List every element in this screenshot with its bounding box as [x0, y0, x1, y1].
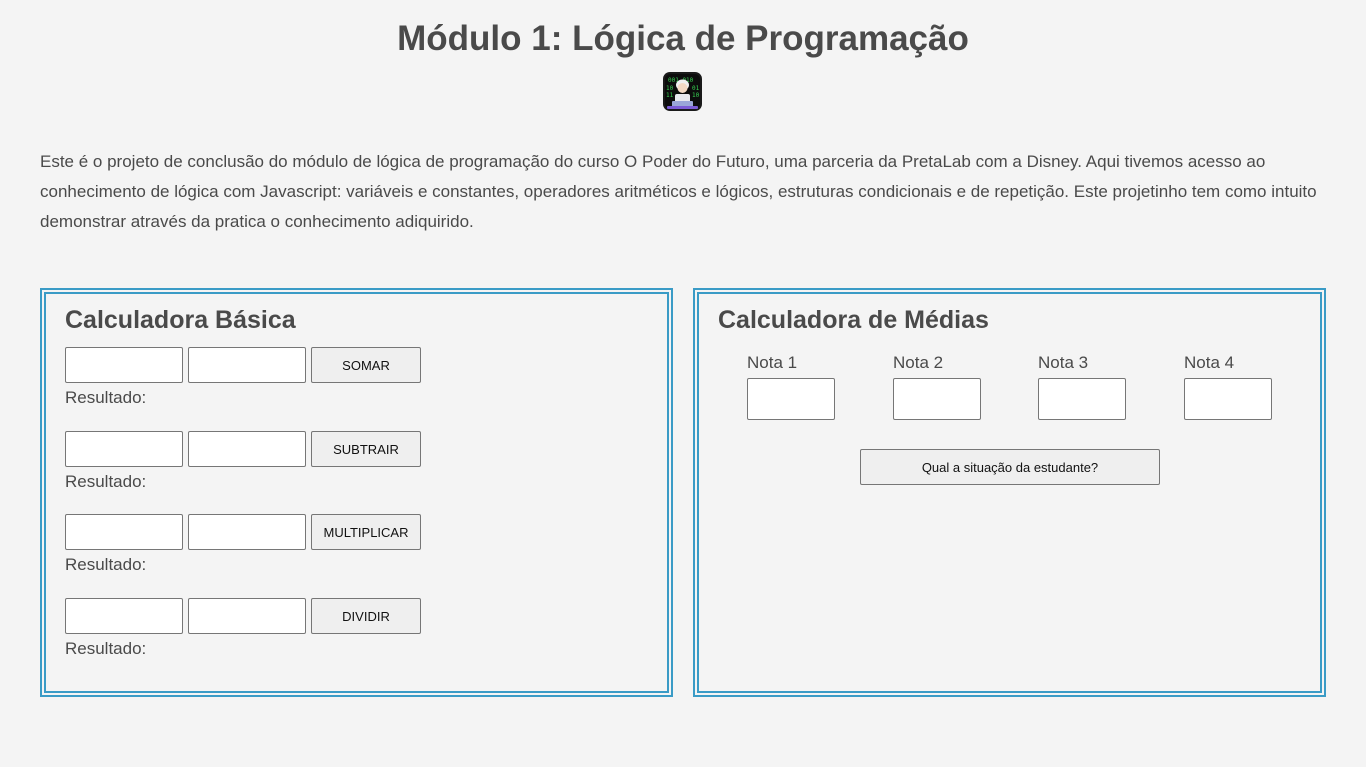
subtract-result-label: Resultado: [65, 472, 147, 491]
svg-text:01: 01 [692, 85, 700, 92]
subtract-row: SUBTRAIR Resultado: [65, 431, 465, 511]
grade-label-4: Nota 4 [1184, 353, 1235, 372]
sum-button[interactable]: SOMAR [311, 347, 421, 383]
grade-input-2[interactable] [893, 378, 981, 420]
grade-field-2: Nota 2 [893, 352, 983, 420]
basic-calculator-panel: Calculadora Básica SOMAR Resultado: SUBT… [40, 288, 673, 697]
sum-result-label: Resultado: [65, 388, 147, 407]
multiply-row: MULTIPLICAR Resultado: [65, 514, 465, 594]
grade-input-3[interactable] [1038, 378, 1126, 420]
divide-row: DIVIDIR Resultado: [65, 598, 465, 678]
svg-text:10: 10 [692, 92, 700, 99]
multiply-input-a[interactable] [65, 514, 183, 550]
svg-text:10: 10 [666, 85, 674, 92]
sum-input-a[interactable] [65, 347, 183, 383]
divide-input-b[interactable] [188, 598, 306, 634]
svg-text:11: 11 [666, 92, 674, 99]
divide-result-label: Resultado: [65, 639, 147, 658]
grade-label-1: Nota 1 [747, 353, 798, 372]
woman-coder-icon: 001 010 10 01 11 10 [662, 71, 703, 112]
average-calculator-title: Calculadora de Médias [718, 306, 989, 334]
divide-button[interactable]: DIVIDIR [311, 598, 421, 634]
sum-input-b[interactable] [188, 347, 306, 383]
intro-text: Este é o projeto de conclusão do módulo … [40, 152, 1317, 231]
subtract-input-a[interactable] [65, 431, 183, 467]
grade-label-3: Nota 3 [1038, 353, 1089, 372]
page-title: Módulo 1: Lógica de Programação [397, 19, 969, 58]
multiply-button[interactable]: MULTIPLICAR [311, 514, 421, 550]
grade-field-4: Nota 4 [1184, 352, 1274, 420]
student-status-button[interactable]: Qual a situação da estudante? [860, 449, 1160, 485]
basic-calculator-title: Calculadora Básica [65, 306, 296, 334]
grade-label-2: Nota 2 [893, 353, 944, 372]
multiply-result-label: Resultado: [65, 555, 147, 574]
grade-field-3: Nota 3 [1038, 352, 1128, 420]
multiply-input-b[interactable] [188, 514, 306, 550]
divide-input-a[interactable] [65, 598, 183, 634]
page: Módulo 1: Lógica de Programação 001 010 … [0, 0, 1366, 767]
grade-input-1[interactable] [747, 378, 835, 420]
grade-field-1: Nota 1 [747, 352, 837, 420]
grade-input-4[interactable] [1184, 378, 1272, 420]
sum-row: SOMAR Resultado: [65, 347, 465, 427]
average-calculator-panel: Calculadora de Médias Nota 1 Nota 2 Nota… [693, 288, 1326, 697]
subtract-button[interactable]: SUBTRAIR [311, 431, 421, 467]
subtract-input-b[interactable] [188, 431, 306, 467]
